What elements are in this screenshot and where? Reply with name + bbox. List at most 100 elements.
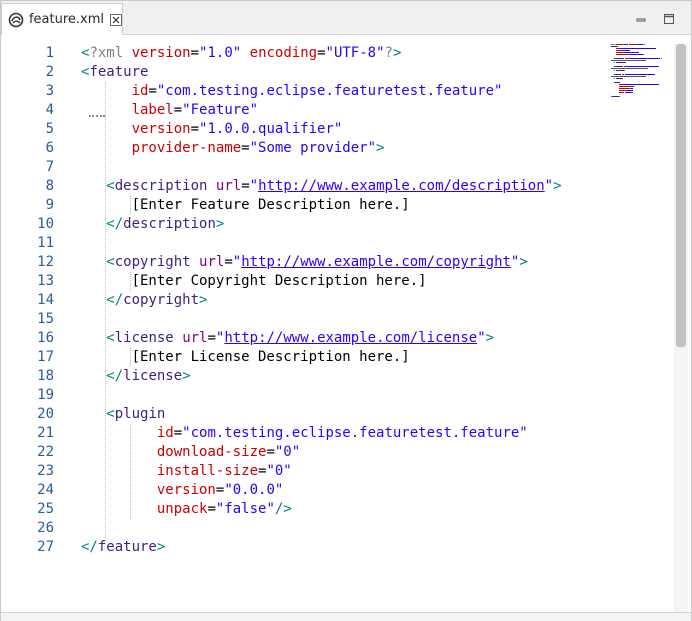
line-number: 24 [37, 482, 54, 498]
code-token: unpack [156, 501, 208, 517]
line-number: 6 [45, 140, 54, 156]
code-token: "0.0.0" [224, 482, 284, 498]
close-tab-icon[interactable] [110, 13, 122, 26]
line-number: 5 [45, 121, 54, 137]
maximize-icon[interactable] [663, 13, 675, 25]
overview-mark [654, 74, 656, 75]
code-line: install-size="0" [81, 462, 292, 481]
code-token: "0" [266, 463, 292, 479]
overview-mark [628, 66, 657, 67]
overview-mark [614, 58, 625, 59]
code-token: "false" [215, 501, 275, 517]
xml-source-editor[interactable]: 1 2 3 4 5 6 7 8 9 10 11 12 13 14 15 16 17 18 19 20 21 22 23 24 2… [1, 36, 691, 614]
indent-guide [130, 272, 131, 291]
code-token: = [241, 178, 250, 194]
indent-guide [130, 348, 131, 367]
code-token: > [182, 368, 191, 384]
code-token: </ [106, 292, 124, 308]
line-number: 25 [37, 501, 54, 517]
code-token: = [241, 140, 250, 156]
overview-mark [629, 44, 637, 45]
line-number: 18 [37, 368, 54, 384]
line-number: 13 [37, 273, 54, 289]
code-line: id="com.testing.eclipse.featuretest.feat… [81, 424, 528, 443]
overview-mark [626, 74, 654, 75]
code-token: > [156, 539, 166, 555]
overview-mark [631, 92, 634, 93]
line-number: 23 [37, 463, 54, 479]
code-line: unpack="false"/> [81, 500, 292, 519]
overview-mark [631, 86, 635, 87]
code-line: <feature [81, 63, 148, 82]
code-token: version [131, 45, 191, 61]
code-token: /> [274, 501, 292, 517]
code-token: "Feature" [182, 102, 259, 118]
code-token: "1.0" [199, 45, 242, 61]
code-token: copyright [114, 254, 191, 270]
overview-mark [619, 48, 656, 49]
overview-ruler[interactable] [611, 44, 665, 104]
code-token: feature [97, 539, 157, 555]
code-token: > [199, 292, 208, 308]
code-token: provider-name [131, 140, 242, 156]
overview-mark [661, 58, 663, 59]
code-token: " [232, 254, 242, 270]
close-icon [112, 16, 120, 23]
editor-tab-bar: feature.xml [1, 1, 691, 35]
code-token: url [215, 178, 242, 194]
line-number: 15 [37, 311, 54, 327]
code-token: </ [81, 539, 98, 555]
code-token: "1.0.0.qualifier" [199, 121, 343, 137]
minimize-icon[interactable] [635, 13, 647, 25]
overview-mark [626, 90, 633, 91]
bottom-edge [1, 612, 691, 621]
indent-guide [130, 196, 131, 215]
feature-file-icon [8, 12, 24, 27]
code-token: < [106, 406, 115, 422]
url-link[interactable]: http://www.example.com/copyright [241, 254, 511, 270]
overview-mark [611, 76, 647, 77]
overview-mark [621, 78, 623, 79]
overview-mark [629, 58, 661, 59]
overview-mark [611, 46, 619, 47]
code-token: > [553, 178, 562, 194]
code-token: install-size [156, 463, 259, 479]
code-token: "Some provider" [249, 140, 377, 156]
overview-mark [657, 66, 659, 67]
overview-mark [623, 44, 629, 45]
line-number: 4 [45, 102, 54, 118]
code-token: [Enter Copyright Description here.] [81, 273, 427, 289]
code-token: > [519, 254, 528, 270]
line-number: 8 [45, 178, 54, 194]
code-token: ? [384, 45, 393, 61]
overview-mark [621, 50, 630, 51]
code-token: description [123, 216, 216, 232]
code-token: > [485, 330, 495, 346]
overview-mark [629, 54, 643, 55]
tab-feature-xml[interactable]: feature.xml [1, 3, 123, 35]
url-link[interactable]: http://www.example.com/description [258, 178, 545, 194]
code-area[interactable]: <?xml version="1.0" encoding="UTF-8"?> <f… [81, 36, 601, 612]
overview-mark [619, 88, 630, 89]
code-token: license [114, 330, 174, 346]
code-token: > [215, 216, 225, 232]
code-line: <license url= "http://www.example.com/lic… [81, 329, 494, 348]
overview-mark [616, 54, 629, 55]
scrollbar-thumb[interactable] [676, 44, 686, 347]
line-number: 12 [37, 254, 54, 270]
vertical-scrollbar[interactable] [674, 44, 688, 614]
url-link[interactable]: http://www.example.com/license [224, 330, 477, 346]
code-token: download-size [156, 444, 267, 460]
indent-guide [105, 82, 106, 538]
line-number: 10 [37, 216, 54, 232]
code-token: = [317, 45, 326, 61]
